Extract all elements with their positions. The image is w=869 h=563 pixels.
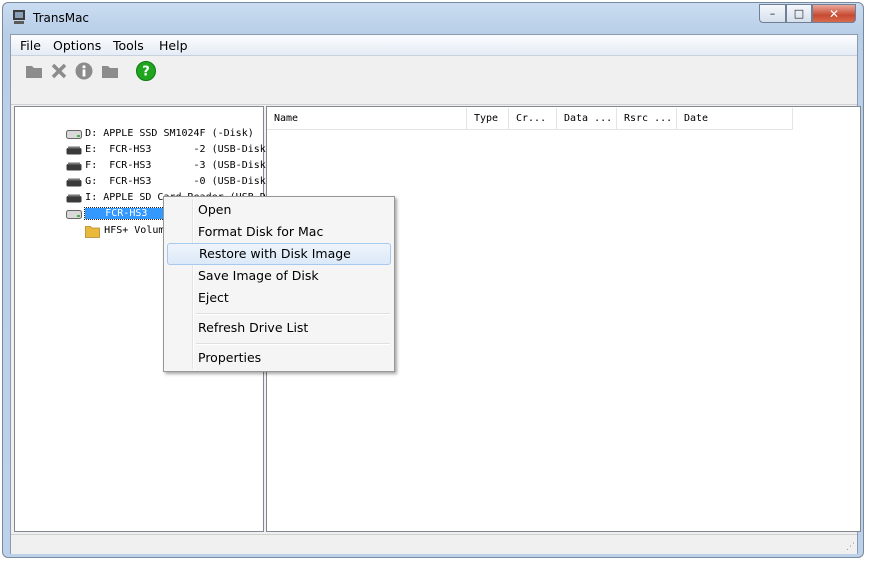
app-icon xyxy=(13,10,25,24)
menu-item-properties[interactable]: Properties xyxy=(167,347,391,369)
menu-item-open[interactable]: Open xyxy=(167,199,391,221)
menu-item-eject[interactable]: Eject xyxy=(167,287,391,309)
drive-item-d[interactable]: D: APPLE SSD SM1024F (-Disk) xyxy=(18,110,254,139)
svg-text:?: ? xyxy=(142,65,150,80)
column-header-data-fork[interactable]: Data ... xyxy=(557,108,617,130)
menu-options[interactable]: Options xyxy=(53,38,101,53)
new-folder-button[interactable] xyxy=(100,61,120,81)
menu-item-save-image[interactable]: Save Image of Disk xyxy=(167,265,391,287)
menu-file[interactable]: File xyxy=(20,38,41,53)
menu-tools[interactable]: Tools xyxy=(113,38,144,53)
menu-help[interactable]: Help xyxy=(159,38,188,53)
open-folder-button[interactable] xyxy=(24,61,44,81)
column-header-date[interactable]: Date xyxy=(677,108,793,130)
transmac-window: TransMac – □ ✕ File Options Tools Help ?… xyxy=(2,2,864,558)
column-header-name[interactable]: Name xyxy=(267,108,467,130)
drive-item-i[interactable]: I: APPLE SD Card Reader (USB-Disk) xyxy=(18,174,290,203)
minimize-button[interactable]: – xyxy=(759,4,786,23)
status-bar: ⋰ xyxy=(11,534,857,554)
folder-icon xyxy=(102,66,118,78)
column-header-creator[interactable]: Cr... xyxy=(509,108,557,130)
menu-item-restore-disk-image[interactable]: Restore with Disk Image xyxy=(167,243,391,265)
menu-item-refresh-drives[interactable]: Refresh Drive List xyxy=(167,317,391,339)
drive-item-e[interactable]: E: FCR-HS3 -2 (USB-Disk) xyxy=(18,126,272,155)
toolbar: ? xyxy=(11,56,857,105)
delete-button[interactable] xyxy=(49,61,69,81)
drive-item-f[interactable]: F: FCR-HS3 -3 (USB-Disk) xyxy=(18,142,272,171)
menu-item-format-disk[interactable]: Format Disk for Mac xyxy=(167,221,391,243)
menu-bar: File Options Tools Help xyxy=(11,35,857,56)
folder-icon xyxy=(26,66,42,78)
drive-item-g[interactable]: G: FCR-HS3 -0 (USB-Disk) xyxy=(18,158,272,187)
title-bar: TransMac – □ ✕ xyxy=(3,3,863,33)
maximize-button[interactable]: □ xyxy=(786,4,812,23)
column-header-type[interactable]: Type xyxy=(467,108,509,130)
volume-item[interactable]: HFS+ Volume xyxy=(37,207,170,238)
drive-context-menu: Open Format Disk for Mac Restore with Di… xyxy=(163,196,395,372)
window-title: TransMac xyxy=(33,11,90,25)
help-icon: ? xyxy=(136,61,156,81)
folder-icon xyxy=(85,225,101,238)
resize-grip-icon[interactable]: ⋰ xyxy=(846,542,855,552)
delete-x-icon xyxy=(51,63,67,79)
info-icon xyxy=(75,62,93,80)
info-button[interactable] xyxy=(74,61,94,81)
close-button[interactable]: ✕ xyxy=(812,4,856,23)
column-header-rsrc-fork[interactable]: Rsrc ... xyxy=(617,108,677,130)
help-button[interactable]: ? xyxy=(136,61,156,81)
menu-separator xyxy=(196,343,390,345)
menu-separator xyxy=(196,313,390,315)
client-area: File Options Tools Help ? D: APPLE SSD S… xyxy=(10,34,861,554)
